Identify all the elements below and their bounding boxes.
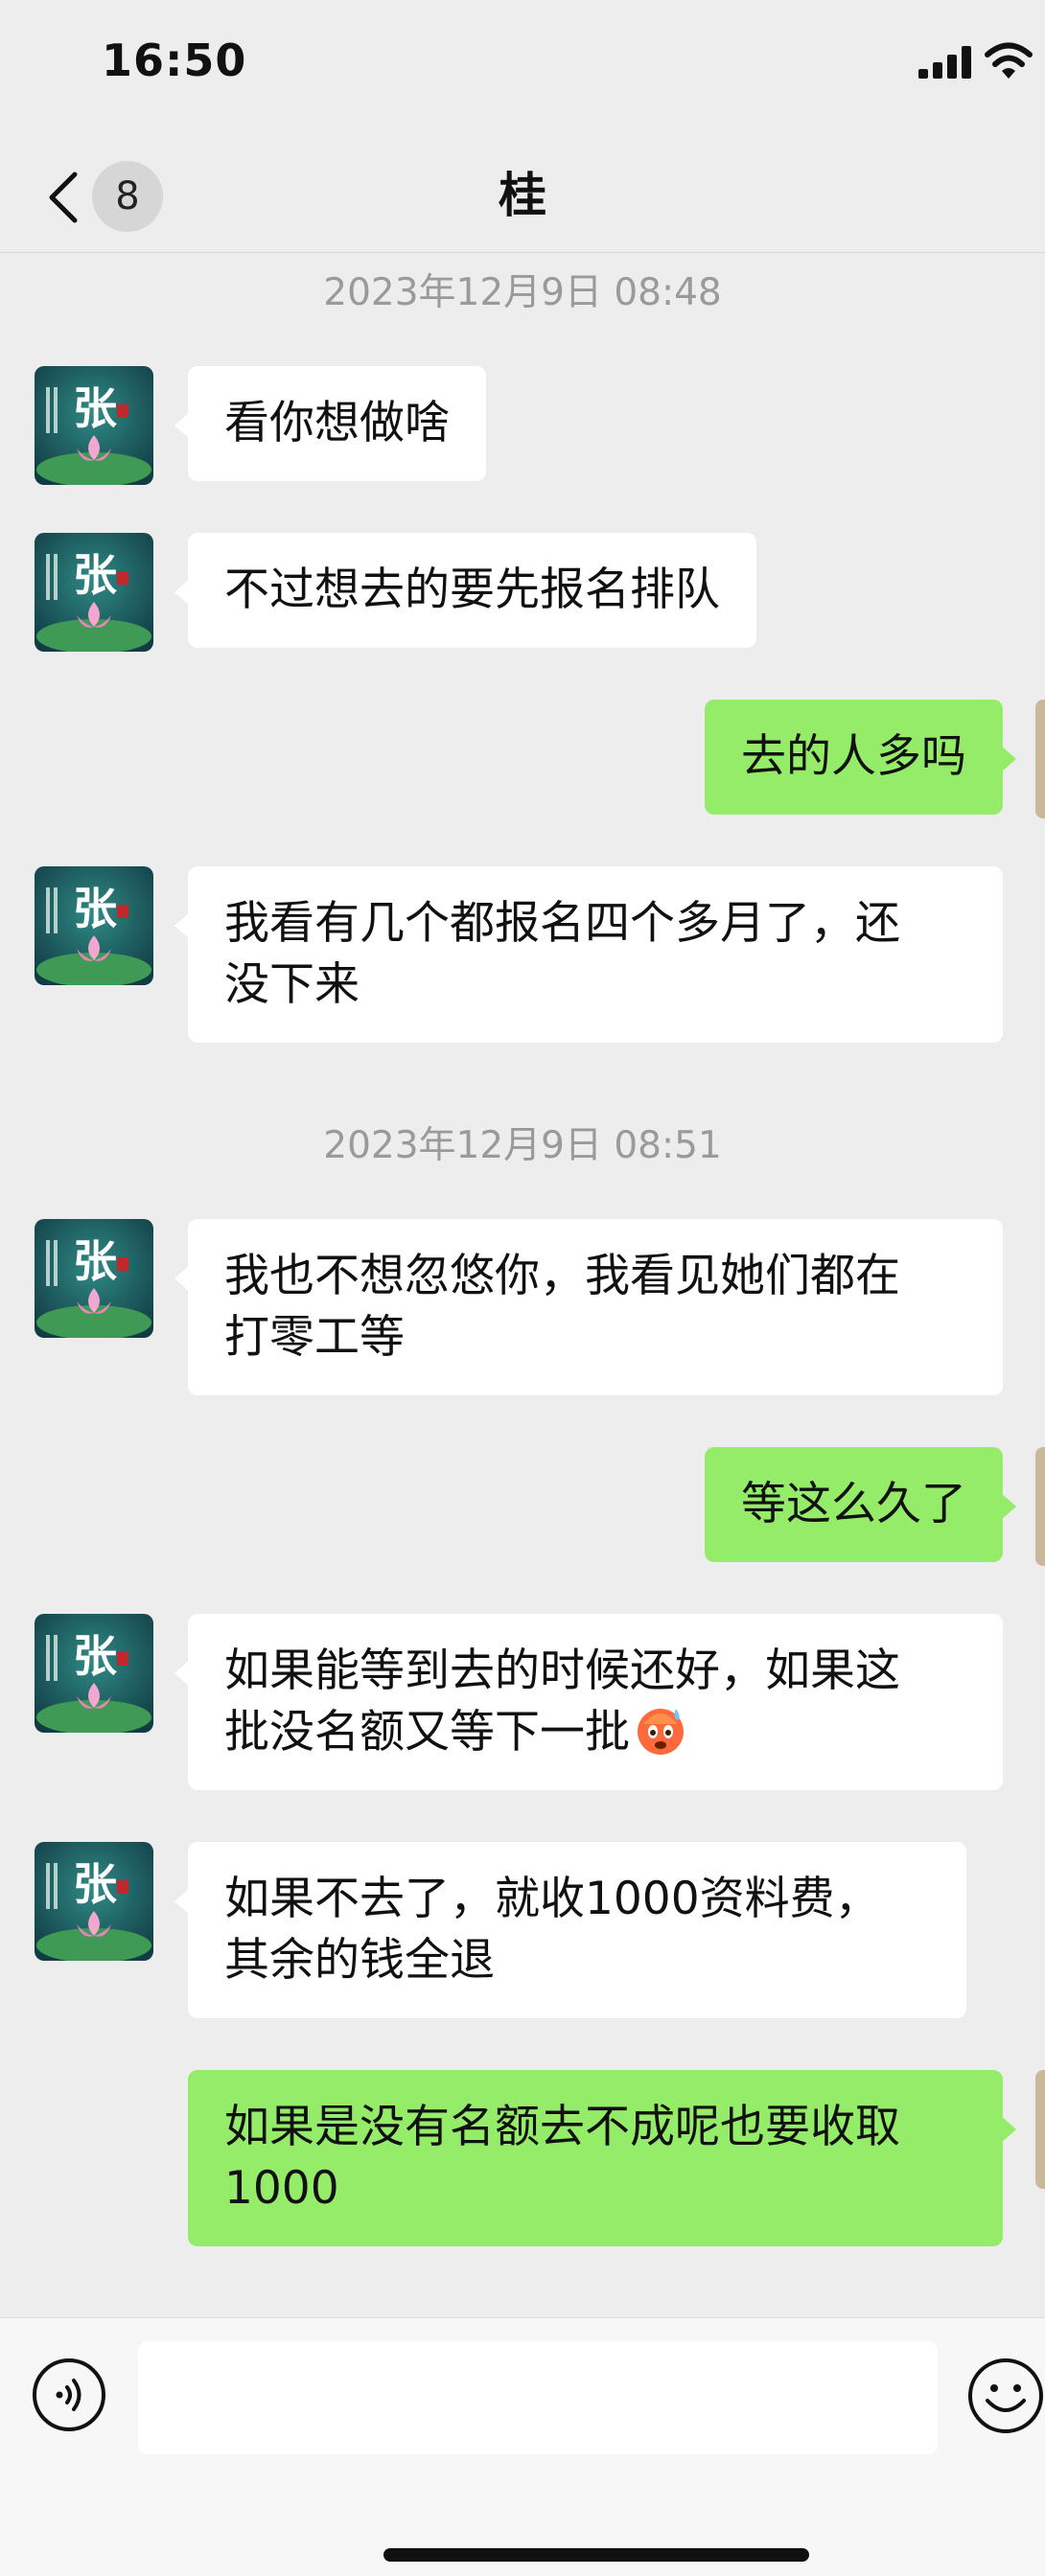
svg-text:张: 张 bbox=[73, 1858, 117, 1910]
contact-avatar[interactable]: 张 bbox=[35, 1842, 153, 1961]
status-time: 16:50 bbox=[102, 34, 247, 86]
avatar-image: 张 bbox=[35, 533, 153, 652]
chat-screen: 16:50 8 桂 2023年12月9日 08:48 张 看你想做啥 张 不过想… bbox=[0, 0, 1045, 2576]
avatar-image: 张 bbox=[35, 1219, 153, 1338]
wifi-icon bbox=[985, 42, 1033, 79]
chat-title: 桂 bbox=[499, 168, 546, 223]
outgoing-message[interactable]: 等这么久了 bbox=[705, 1447, 1016, 1562]
message-input[interactable] bbox=[138, 2341, 938, 2454]
timestamp: 2023年12月9日 08:48 bbox=[323, 271, 722, 314]
incoming-message[interactable]: 我也不想忽悠你，我看见她们都在 打零工等 bbox=[174, 1219, 1003, 1395]
outgoing-message[interactable]: 去的人多吗 bbox=[705, 700, 1016, 815]
avatar-image: 张 bbox=[35, 1614, 153, 1733]
cold-sweat-emoji-icon bbox=[638, 1709, 684, 1755]
input-bar bbox=[0, 2317, 1045, 2576]
timestamp: 2023年12月9日 08:51 bbox=[323, 1124, 722, 1167]
emoji-picker-icon[interactable] bbox=[966, 2357, 1045, 2435]
home-indicator[interactable] bbox=[383, 2548, 809, 2562]
avatar-image: 张 bbox=[35, 366, 153, 485]
contact-avatar[interactable]: 张 bbox=[35, 866, 153, 985]
message-text: 如果能等到去的时候还好，如果这 批没名额又等下一批 bbox=[224, 1644, 900, 1759]
status-bar: 16:50 bbox=[0, 0, 1045, 134]
incoming-message[interactable]: 看你想做啥 bbox=[174, 366, 486, 481]
avatar-image: 张 bbox=[35, 866, 153, 985]
voice-input-icon[interactable] bbox=[31, 2357, 107, 2433]
contact-avatar[interactable]: 张 bbox=[35, 533, 153, 652]
contact-avatar[interactable]: 张 bbox=[35, 1614, 153, 1733]
outgoing-message[interactable]: 如果是没有名额去不成呢也要收取 1000 bbox=[188, 2070, 1016, 2246]
svg-text:张: 张 bbox=[73, 883, 117, 934]
signal-icon bbox=[918, 46, 971, 79]
contact-avatar[interactable]: 张 bbox=[35, 366, 153, 485]
svg-text:张: 张 bbox=[73, 1235, 117, 1287]
contact-avatar[interactable]: 张 bbox=[35, 1219, 153, 1338]
incoming-message[interactable]: 如果能等到去的时候还好，如果这 批没名额又等下一批 bbox=[174, 1614, 1003, 1790]
incoming-message[interactable]: 我看有几个都报名四个多月了，还 没下来 bbox=[174, 866, 1003, 1043]
self-avatar[interactable] bbox=[1035, 700, 1045, 818]
self-avatar[interactable] bbox=[1035, 2070, 1045, 2189]
incoming-message[interactable]: 如果不去了，就收1000资料费， 其余的钱全退 bbox=[174, 1842, 966, 2018]
self-avatar[interactable] bbox=[1035, 1447, 1045, 1566]
svg-text:张: 张 bbox=[73, 549, 117, 601]
svg-text:张: 张 bbox=[73, 382, 117, 434]
incoming-message[interactable]: 不过想去的要先报名排队 bbox=[174, 533, 756, 648]
nav-bar: 8 桂 bbox=[0, 134, 1045, 253]
svg-text:张: 张 bbox=[73, 1630, 117, 1682]
avatar-image: 张 bbox=[35, 1842, 153, 1961]
